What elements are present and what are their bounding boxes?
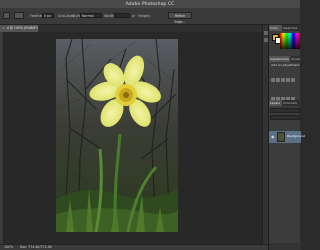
color-panel-tabs: Color Swatches	[269, 25, 301, 31]
tab-color[interactable]: Color	[269, 25, 282, 31]
status-bar: 100% Doc: 774.4K/774.4K	[0, 244, 268, 250]
tab-styles[interactable]: Styles	[290, 56, 301, 62]
right-panels: Color Swatches Adjustments Styles Add an…	[268, 25, 305, 250]
selection-mode-icons[interactable]	[14, 12, 24, 19]
blend-mode-select[interactable]	[270, 115, 300, 120]
document-tab-label: d @ 100% (RGB/8*)	[6, 26, 39, 30]
document-info: Doc: 774.4K/774.4K	[20, 245, 52, 249]
document-tab[interactable]: × d @ 100% (RGB/8*)	[0, 25, 38, 32]
layer-thumbnail	[277, 132, 285, 142]
marquee-tool-icon[interactable]	[3, 12, 10, 19]
daffodil-image	[56, 39, 178, 232]
close-icon[interactable]: ×	[2, 26, 5, 30]
feather-input[interactable]: 0 px	[42, 13, 54, 18]
refine-edge-button[interactable]: Refine Edge...	[168, 12, 192, 24]
height-label: Height:	[138, 14, 151, 18]
color-spectrum[interactable]	[280, 33, 300, 49]
layers-panel-tabs: Layers Channels	[269, 100, 301, 106]
adjustment-icons[interactable]	[271, 68, 299, 101]
document-tab-bar: × d @ 100% (RGB/8*)	[0, 25, 268, 32]
swap-icon[interactable]: ⇄	[132, 14, 135, 18]
zoom-level[interactable]: 100%	[4, 245, 13, 250]
title-bar: Adobe Photoshop CC	[0, 0, 300, 8]
tab-swatches[interactable]: Swatches	[282, 25, 301, 31]
canvas-area[interactable]	[4, 32, 268, 244]
eye-icon[interactable]: ◉	[271, 135, 275, 139]
add-adjustment-label: Add an adjustment	[271, 63, 300, 67]
tab-channels[interactable]: Channels	[282, 100, 301, 106]
layer-name: Background	[287, 134, 305, 138]
width-input[interactable]	[114, 13, 130, 18]
document-photo[interactable]	[56, 39, 178, 232]
options-bar: Feather: 0 px Anti-alias Style: Normal W…	[0, 8, 300, 25]
layers-footer-toolbar	[269, 243, 301, 250]
layer-filter-select[interactable]	[270, 108, 300, 113]
style-select[interactable]: Normal	[80, 13, 102, 18]
app-title: Adobe Photoshop CC	[125, 1, 175, 7]
tab-layers[interactable]: Layers	[269, 100, 282, 106]
tab-adjustments[interactable]: Adjustments	[269, 56, 290, 62]
adjustments-panel-tabs: Adjustments Styles	[269, 56, 301, 62]
layer-row-background[interactable]: ◉ Background	[269, 131, 305, 143]
